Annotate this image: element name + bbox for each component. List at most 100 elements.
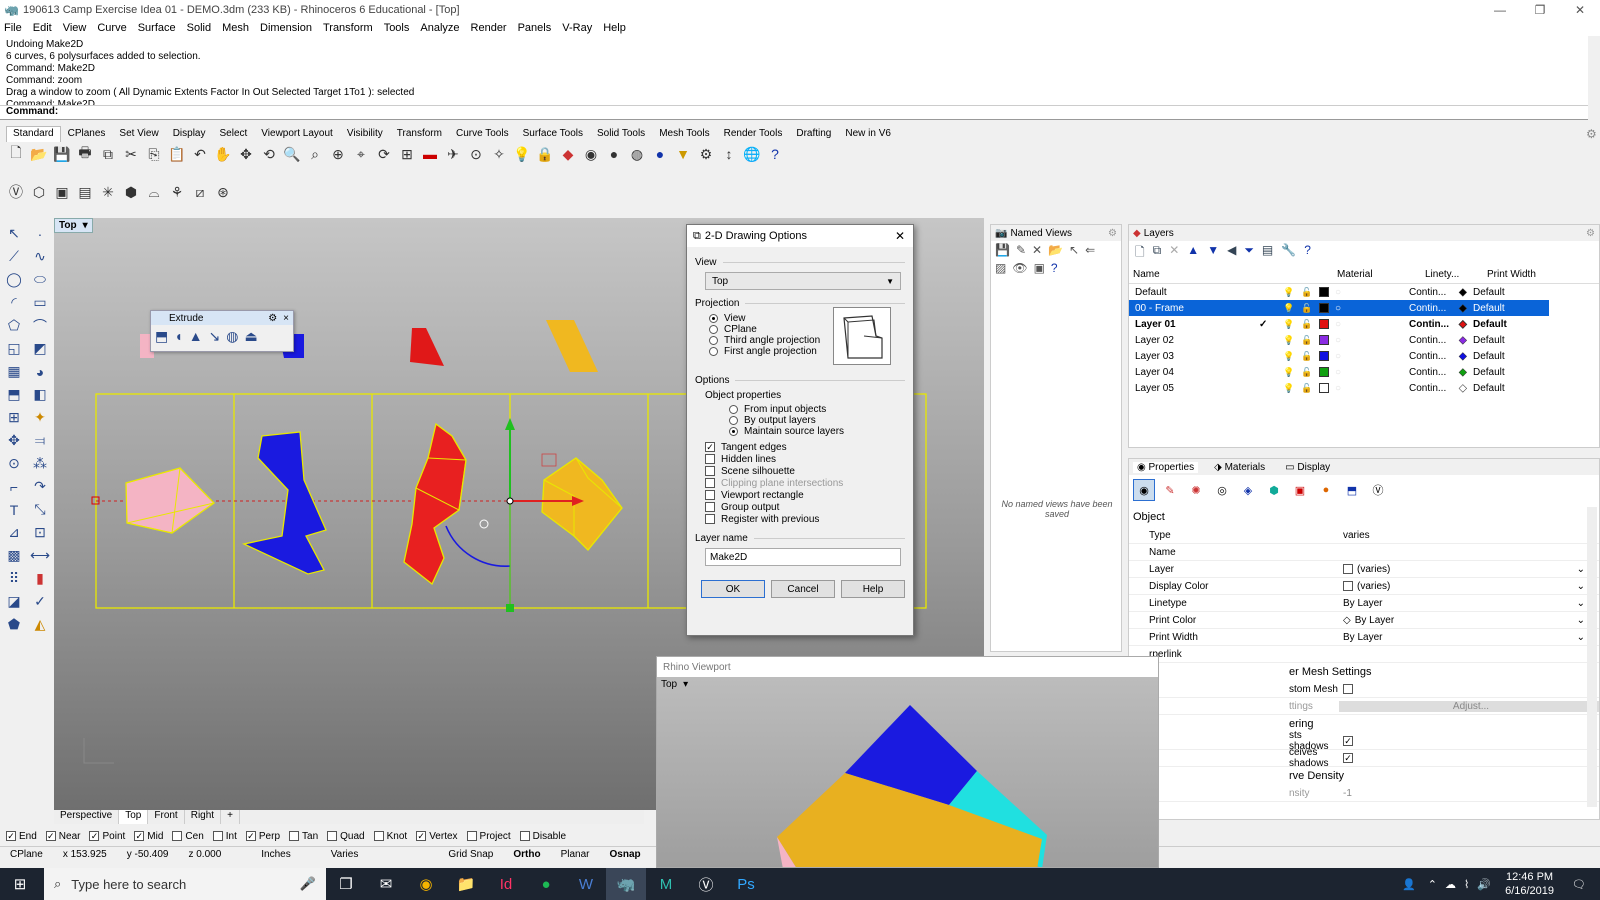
dim-icon[interactable]: ⤡	[28, 498, 52, 521]
status-osnap[interactable]: Osnap	[600, 849, 651, 860]
vray-dome-icon[interactable]: ⌓	[144, 182, 164, 202]
delete-layer-icon[interactable]: ✕	[1169, 243, 1179, 264]
command-scrollbar[interactable]	[1588, 36, 1600, 120]
light-bulb-icon[interactable]: 💡	[1283, 335, 1301, 346]
photoshop-icon[interactable]: Ps	[726, 868, 766, 900]
menu-transform[interactable]: Transform	[323, 22, 373, 34]
layer-print-width[interactable]: Default	[1473, 335, 1505, 346]
microphone-icon[interactable]: 🎤	[300, 876, 316, 892]
text-icon[interactable]: T	[2, 498, 26, 521]
lock-icon[interactable]: 🔒	[535, 144, 555, 164]
fillet-curve-icon[interactable]: ⌒	[28, 314, 52, 337]
move-parent-icon[interactable]: ◀	[1227, 243, 1236, 264]
osnap-checkbox[interactable]: ✓	[6, 831, 16, 841]
material-icon[interactable]: ○	[1329, 335, 1409, 346]
sphere-icon[interactable]: ◕	[28, 360, 52, 383]
tab-visibility[interactable]: Visibility	[340, 126, 390, 142]
menu-solid[interactable]: Solid	[187, 22, 211, 34]
view-select[interactable]: Top ▼	[705, 272, 901, 290]
casts-shadows-checkbox[interactable]: ✓	[1343, 736, 1353, 746]
props-tab-display[interactable]: ▭ Display	[1281, 462, 1334, 473]
vray-render-icon[interactable]: ⬡	[29, 182, 49, 202]
tab-cplanes[interactable]: CPlanes	[61, 126, 113, 142]
light-icon[interactable]: ▼	[673, 144, 693, 164]
cplane-icon[interactable]: ⊙	[466, 144, 486, 164]
filter-icon[interactable]: ⏷	[1244, 243, 1254, 264]
tab-surface-tools[interactable]: Surface Tools	[516, 126, 590, 142]
extrude-ribbon-icon[interactable]: ⏏	[245, 328, 258, 345]
menu-dimension[interactable]: Dimension	[260, 22, 312, 34]
thumb-view-icon[interactable]: ▣	[1034, 261, 1045, 275]
layer-color-swatch[interactable]	[1319, 319, 1329, 329]
objprop-by-output-layers[interactable]: By output layers	[729, 415, 905, 426]
layer-name-input[interactable]	[705, 548, 901, 566]
copy-icon[interactable]: ⎘	[144, 144, 164, 164]
col-name[interactable]: Name	[1129, 269, 1337, 280]
extrude-straight-icon[interactable]: ⬒	[155, 328, 168, 345]
viewport-tab-perspective[interactable]: Perspective	[54, 810, 120, 824]
checkbox[interactable]: ✓	[705, 442, 715, 452]
property-value[interactable]: (varies) ⌄	[1339, 581, 1599, 592]
move-up-icon[interactable]: ▲	[1187, 243, 1199, 264]
add-viewport-tab-button[interactable]: +	[221, 810, 240, 824]
render-sphere-icon[interactable]: ◍	[627, 144, 647, 164]
radio-button[interactable]	[709, 347, 718, 356]
blend-icon[interactable]: ↷	[28, 475, 52, 498]
layer-print-width[interactable]: Default	[1473, 383, 1505, 394]
lock-icon[interactable]: 🔓	[1301, 351, 1319, 362]
word-icon[interactable]: W	[566, 868, 606, 900]
loft-icon[interactable]: ◩	[28, 337, 52, 360]
osnap-quad[interactable]: Quad	[327, 831, 365, 842]
menu-panels[interactable]: Panels	[518, 22, 552, 34]
layer-row[interactable]: 00 - Frame 💡 🔓 ○ Contin... ◆ Default	[1129, 300, 1549, 316]
light-bulb-icon[interactable]: 💡	[1283, 367, 1301, 378]
tab-drafting[interactable]: Drafting	[789, 126, 838, 142]
spotify-icon[interactable]: ●	[526, 868, 566, 900]
chevron-down-icon[interactable]: ⌄	[1577, 564, 1585, 575]
layer-color-swatch[interactable]	[1319, 303, 1329, 313]
objprop-maintain-source-layers[interactable]: Maintain source layers	[729, 426, 905, 437]
light-bulb-icon[interactable]: 💡	[512, 144, 532, 164]
osnap-vertex[interactable]: ✓ Vertex	[416, 831, 458, 842]
light-bulb-icon[interactable]: 💡	[1283, 319, 1301, 330]
tab-display[interactable]: Display	[166, 126, 213, 142]
indesign-icon[interactable]: Id	[486, 868, 526, 900]
option-scene-silhouette[interactable]: Scene silhouette	[705, 465, 905, 477]
extrude-to-point-icon[interactable]: ◍	[226, 328, 238, 345]
rectangle-icon[interactable]: ▭	[28, 291, 52, 314]
layer-print-width[interactable]: Default	[1473, 303, 1505, 314]
lock-icon[interactable]: 🔓	[1301, 303, 1319, 314]
array-icon[interactable]: ⊡	[28, 521, 52, 544]
viewport-menu-chevron-icon[interactable]: ▾	[83, 220, 88, 231]
properties-scrollbar[interactable]	[1587, 507, 1597, 807]
checkbox[interactable]	[705, 514, 715, 524]
osnap-project[interactable]: Project	[466, 831, 511, 842]
extrude-close-icon[interactable]: ×	[283, 313, 289, 324]
radio-button[interactable]	[709, 314, 718, 323]
circle-icon[interactable]: ◯	[2, 268, 26, 291]
cancel-button[interactable]: Cancel	[771, 580, 835, 598]
props-tab-properties[interactable]: ◉ Properties	[1133, 461, 1199, 473]
surface-icon[interactable]: ◱	[2, 337, 26, 360]
car-icon[interactable]: ▬	[420, 144, 440, 164]
menu-help[interactable]: Help	[603, 22, 626, 34]
sphere-shaded-icon[interactable]: ●	[604, 144, 624, 164]
menu-mesh[interactable]: Mesh	[222, 22, 249, 34]
layer-name[interactable]: Layer 05	[1129, 383, 1259, 394]
minimize-button[interactable]: —	[1480, 0, 1520, 20]
layer-color-swatch[interactable]	[1319, 287, 1329, 297]
osnap-checkbox[interactable]	[519, 831, 530, 841]
zoom-icon[interactable]: 🔍	[282, 144, 302, 164]
light-bulb-icon[interactable]: 💡	[1283, 383, 1301, 394]
taskbar-search[interactable]: ⌕ Type here to search 🎤	[44, 868, 326, 900]
col-material[interactable]: Material	[1337, 269, 1425, 280]
grid-array-icon[interactable]: ⠿	[2, 567, 26, 590]
rhino-viewport-canvas[interactable]: Top ▾	[657, 677, 1158, 867]
render-mesh-icon[interactable]: ⬟	[2, 613, 26, 636]
extrude-along-curve-icon[interactable]: ↘	[209, 328, 221, 345]
layer-row[interactable]: Layer 05 💡 🔓 ○ Contin... ◆ Default	[1129, 380, 1549, 396]
osnap-end[interactable]: ✓ End	[6, 831, 37, 842]
property-value[interactable]: varies	[1339, 530, 1599, 541]
select-arrow-icon[interactable]: ↖	[2, 222, 26, 245]
polygon-icon[interactable]: ⬠	[2, 314, 26, 337]
